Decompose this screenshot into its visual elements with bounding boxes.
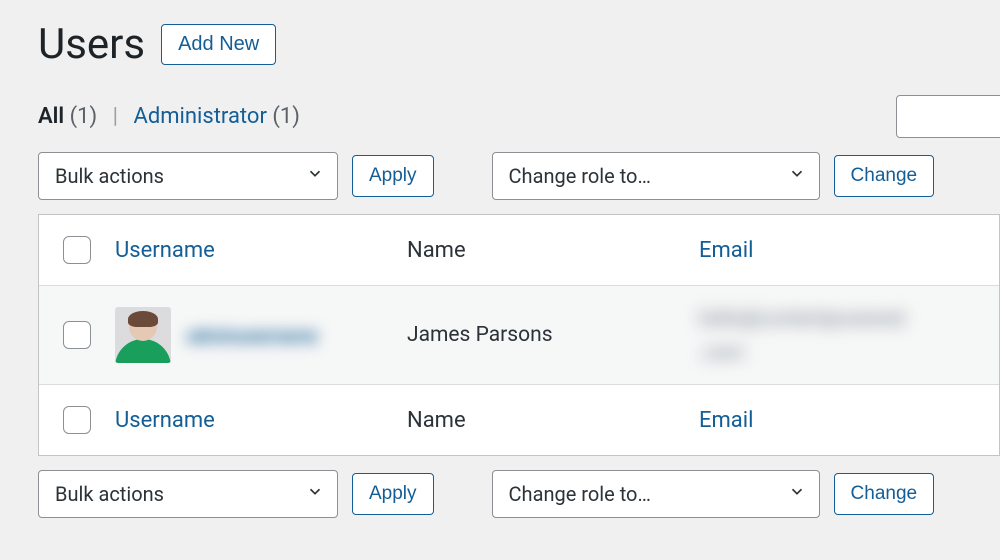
select-all-checkbox[interactable]	[63, 236, 91, 264]
row-checkbox[interactable]	[63, 321, 91, 349]
user-display-name: James Parsons	[407, 323, 699, 347]
filter-separator: |	[113, 104, 118, 129]
filter-administrator-count: (1)	[272, 104, 300, 129]
user-email-line1: hello@contentpowered	[699, 301, 981, 335]
filter-all[interactable]: All	[38, 104, 64, 129]
column-email[interactable]: Email	[699, 238, 753, 263]
column-name-footer: Name	[407, 408, 699, 433]
filter-administrator[interactable]: Administrator	[133, 104, 266, 129]
column-email-footer[interactable]: Email	[699, 408, 753, 433]
apply-button-bottom[interactable]: Apply	[352, 473, 434, 515]
username-link[interactable]: adminusername	[187, 325, 317, 346]
change-button[interactable]: Change	[834, 155, 935, 197]
apply-button[interactable]: Apply	[352, 155, 434, 197]
filter-all-count: (1)	[70, 104, 98, 129]
users-table: Username Name Email adminusername James …	[38, 214, 1000, 456]
change-button-bottom[interactable]: Change	[834, 473, 935, 515]
change-role-select-bottom[interactable]: Change role to…	[492, 470, 820, 518]
column-username[interactable]: Username	[115, 238, 215, 263]
column-name: Name	[407, 238, 699, 263]
user-email-line2: .com	[699, 335, 981, 369]
select-all-checkbox-footer[interactable]	[63, 406, 91, 434]
bulk-actions-select[interactable]: Bulk actions	[38, 152, 338, 200]
bulk-actions-select-bottom[interactable]: Bulk actions	[38, 470, 338, 518]
user-filters: All (1) | Administrator (1)	[38, 104, 300, 129]
avatar	[115, 307, 171, 363]
add-new-button[interactable]: Add New	[161, 24, 276, 65]
search-input[interactable]	[896, 95, 1000, 138]
column-username-footer[interactable]: Username	[115, 408, 215, 433]
change-role-select[interactable]: Change role to…	[492, 152, 820, 200]
table-row: adminusername James Parsons hello@conten…	[39, 285, 999, 385]
page-title: Users	[38, 20, 145, 69]
